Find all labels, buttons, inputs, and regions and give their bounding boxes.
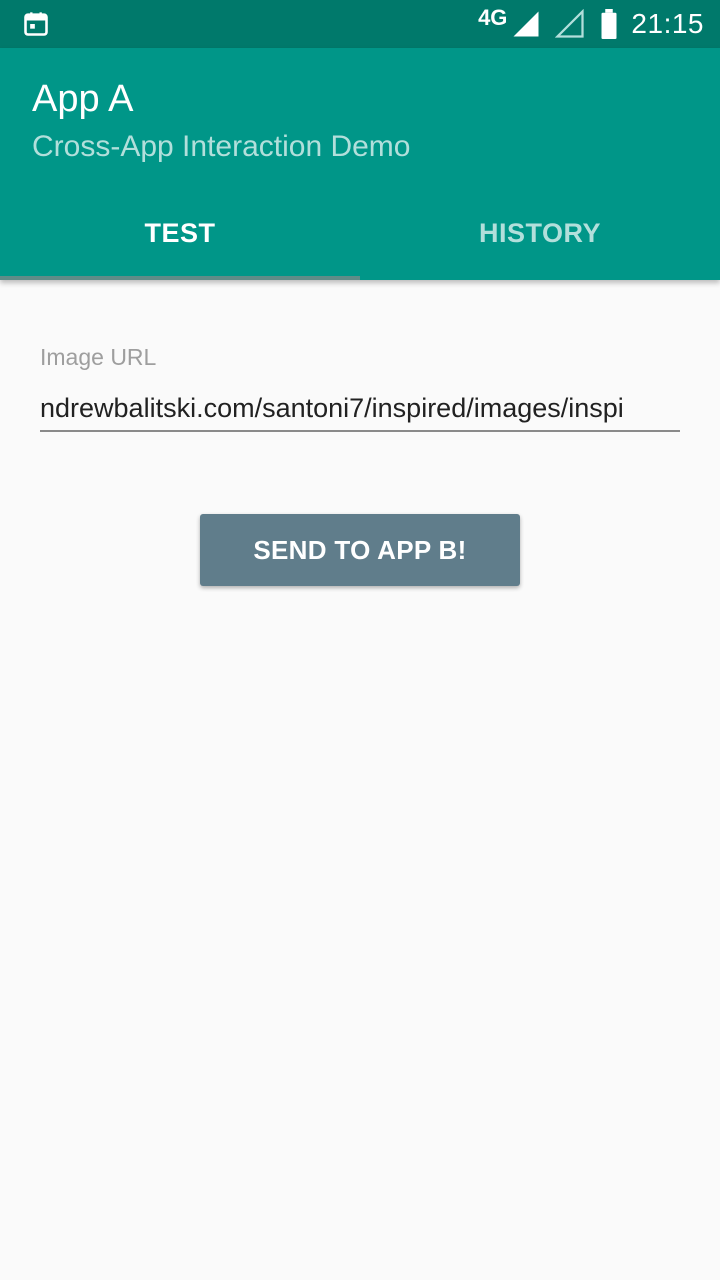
tab-history[interactable]: HISTORY: [360, 186, 720, 280]
clock: 21:15: [631, 8, 704, 39]
status-indicators: 4G 21:15: [478, 0, 704, 48]
send-to-app-b-button[interactable]: SEND TO APP B!: [200, 514, 520, 586]
calendar-icon: [24, 12, 48, 36]
tab-test[interactable]: TEST: [0, 186, 360, 280]
network-type: 4G: [478, 5, 508, 30]
app-bar: App A Cross-App Interaction Demo TEST HI…: [0, 48, 720, 280]
image-url-label: Image URL: [40, 344, 157, 370]
signal-empty-icon: [555, 9, 585, 38]
signal-full-icon: [513, 11, 539, 37]
status-bar: 4G 21:15: [0, 0, 720, 48]
tab-bar: TEST HISTORY: [0, 186, 720, 280]
app-title: App A: [32, 78, 134, 120]
app-subtitle: Cross-App Interaction Demo: [32, 130, 411, 163]
image-url-field[interactable]: ndrewbalitski.com/santoni7/inspired/imag…: [40, 386, 680, 432]
main-content: Image URL ndrewbalitski.com/santoni7/ins…: [0, 280, 720, 1280]
image-url-value: ndrewbalitski.com/santoni7/inspired/imag…: [40, 393, 624, 423]
battery-icon: [601, 9, 617, 39]
